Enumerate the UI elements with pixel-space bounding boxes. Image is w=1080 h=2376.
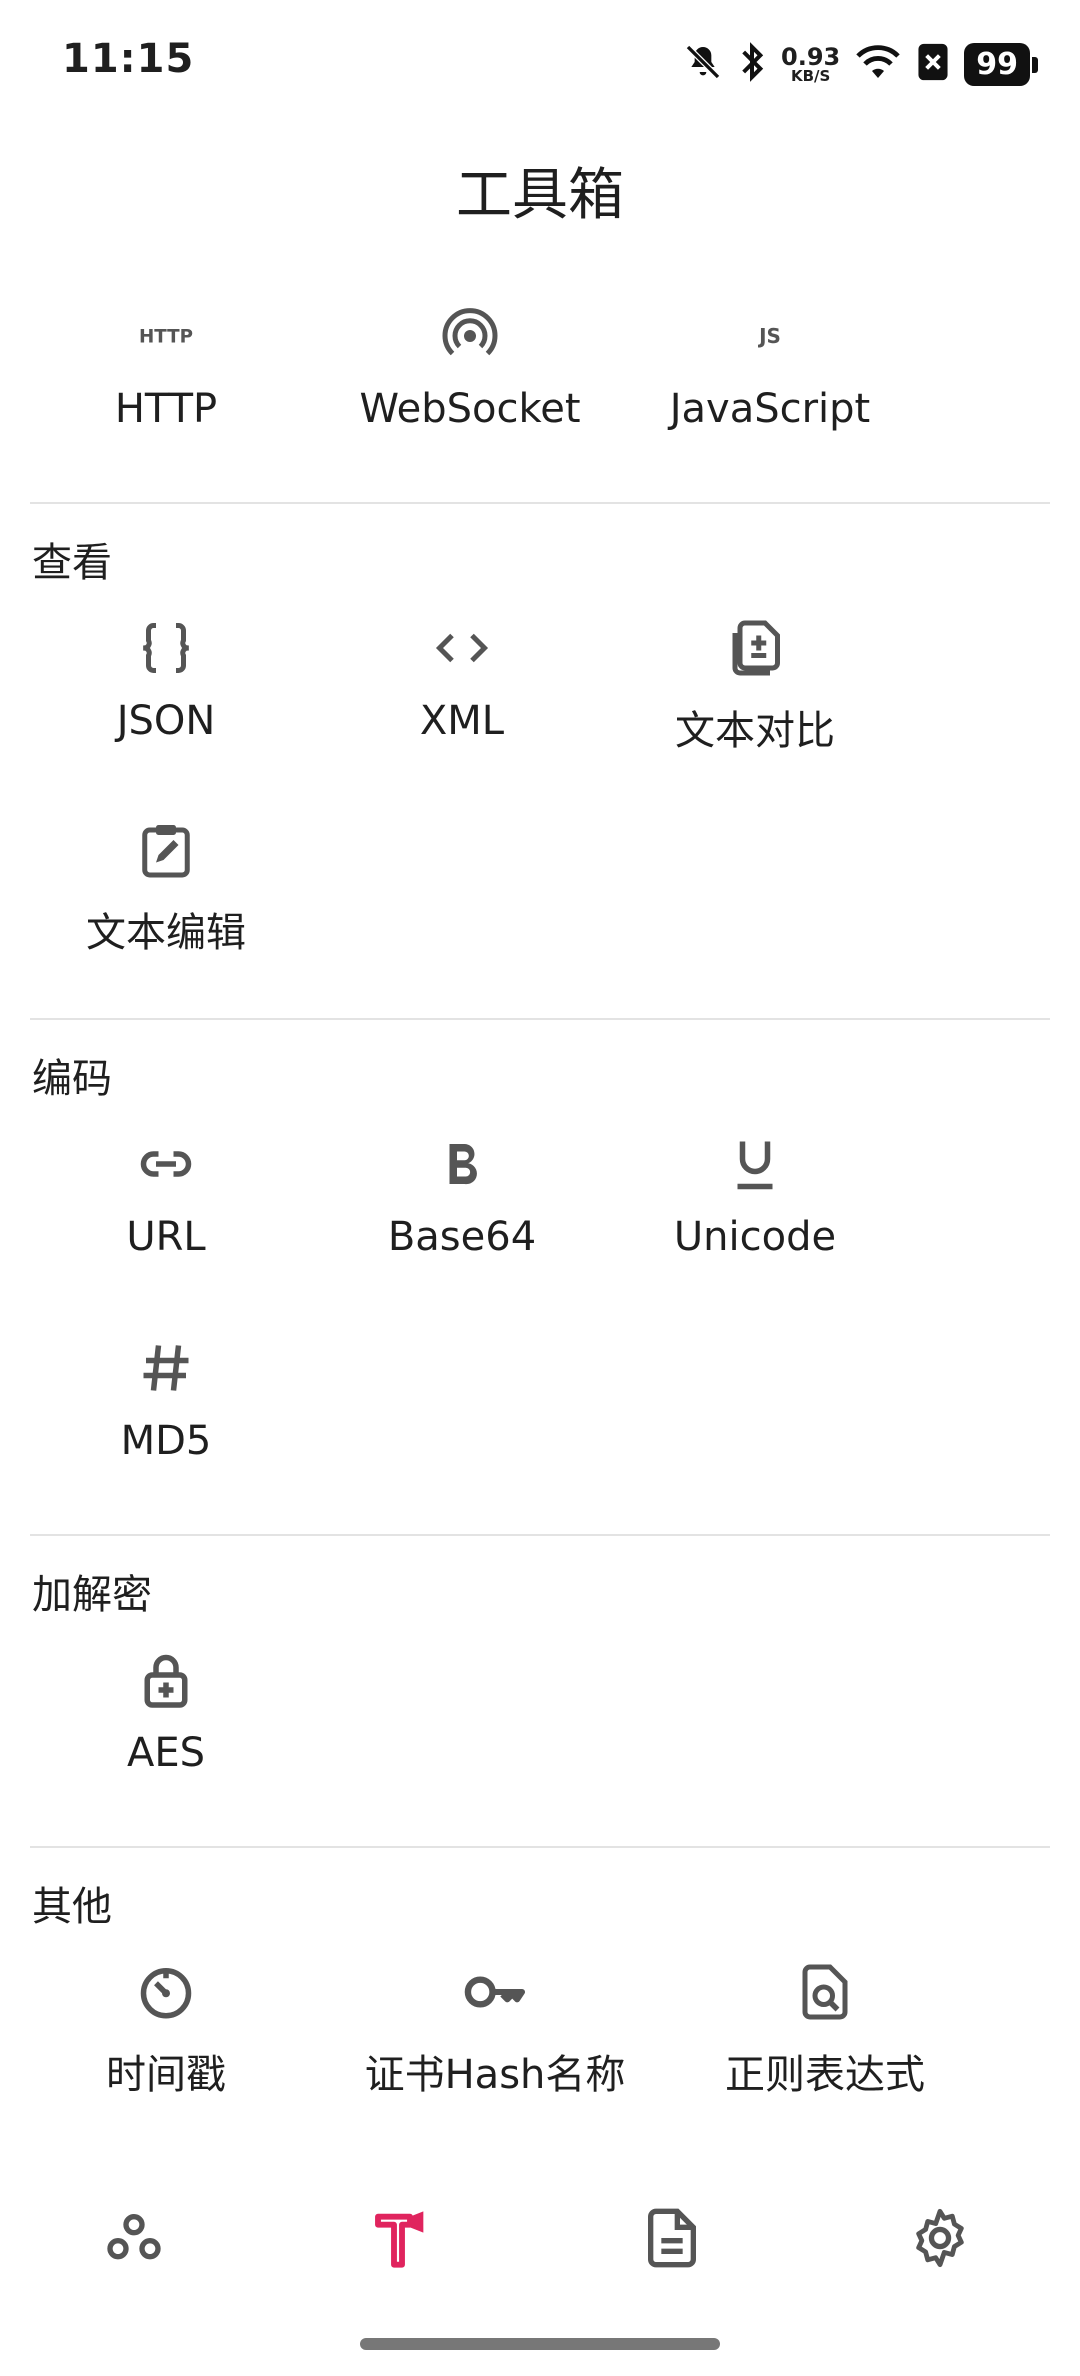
mute-icon	[683, 42, 723, 86]
tool-xml[interactable]: XML	[392, 616, 532, 744]
file-compare-icon	[723, 616, 787, 680]
section-header-other: 其他	[32, 1884, 112, 1930]
tool-text-compare[interactable]: 文本对比	[655, 616, 855, 756]
net-speed: 0.93 KB/S	[781, 42, 841, 85]
tool-http[interactable]: HTTP HTTP	[96, 304, 236, 432]
tool-label: URL	[126, 1214, 206, 1260]
tool-md5[interactable]: MD5	[96, 1336, 236, 1464]
tool-url[interactable]: URL	[96, 1132, 236, 1260]
code-icon	[430, 616, 494, 680]
section-header-crypto: 加解密	[32, 1572, 152, 1618]
tool-timestamp[interactable]: 时间戳	[86, 1960, 246, 2100]
timer-icon	[134, 1960, 198, 2024]
lock-plus-icon	[134, 1648, 198, 1712]
tool-aes[interactable]: AES	[96, 1648, 236, 1776]
tool-label: JavaScript	[669, 386, 871, 432]
nav-toolbox[interactable]	[362, 2200, 442, 2280]
section-header-view: 查看	[32, 540, 112, 586]
tool-base64[interactable]: Base64	[372, 1132, 552, 1260]
underline-icon	[723, 1132, 787, 1196]
nav-documents[interactable]	[632, 2200, 712, 2280]
tool-json[interactable]: JSON	[96, 616, 236, 744]
wifi-icon	[854, 42, 902, 86]
bubbles-icon	[102, 2206, 166, 2274]
battery-indicator: 99	[964, 42, 1038, 86]
tool-label: MD5	[120, 1418, 212, 1464]
tool-label: XML	[419, 698, 505, 744]
document-icon	[640, 2206, 704, 2274]
braces-icon	[134, 616, 198, 680]
section-header-encode: 编码	[32, 1056, 112, 1102]
hammer-icon	[370, 2206, 434, 2274]
status-bar: 11:15 0.93 KB/S 99	[0, 0, 1080, 120]
divider	[30, 1534, 1050, 1536]
svg-text:HTTP: HTTP	[139, 326, 193, 347]
page-title: 工具箱	[456, 163, 624, 228]
js-icon: JS	[738, 304, 802, 368]
key-icon	[463, 1960, 527, 2024]
gear-icon	[908, 2206, 972, 2274]
bluetooth-icon	[737, 42, 767, 86]
tool-regex[interactable]: 正则表达式	[705, 1960, 945, 2100]
status-time: 11:15	[62, 36, 195, 82]
tool-label: Base64	[387, 1214, 537, 1260]
tool-label: 证书Hash名称	[364, 2052, 626, 2098]
close-box-icon	[916, 42, 950, 86]
bold-icon	[430, 1132, 494, 1196]
tool-label: JSON	[116, 698, 216, 744]
hash-icon	[134, 1336, 198, 1400]
broadcast-icon	[438, 304, 502, 368]
nav-network[interactable]	[94, 2200, 174, 2280]
svg-text:JS: JS	[757, 324, 781, 348]
bottom-nav	[0, 2180, 1080, 2300]
clipboard-edit-icon	[134, 818, 198, 882]
home-indicator[interactable]	[360, 2338, 720, 2350]
tool-label: 正则表达式	[725, 2052, 925, 2098]
tool-text-edit[interactable]: 文本编辑	[76, 818, 256, 958]
tool-label: 文本编辑	[86, 910, 246, 956]
tool-label: Unicode	[673, 1214, 837, 1260]
link-icon	[134, 1132, 198, 1196]
tool-label: AES	[126, 1730, 206, 1776]
nav-settings[interactable]	[900, 2200, 980, 2280]
tool-label: 文本对比	[675, 708, 835, 754]
divider	[30, 1018, 1050, 1020]
tool-label: HTTP	[114, 386, 218, 432]
tool-unicode[interactable]: Unicode	[655, 1132, 855, 1260]
tool-cert-hash[interactable]: 证书Hash名称	[355, 1960, 635, 2100]
tool-javascript[interactable]: JS JavaScript	[660, 304, 880, 432]
divider	[30, 1846, 1050, 1848]
tool-websocket[interactable]: WebSocket	[359, 304, 581, 432]
http-icon: HTTP	[134, 304, 198, 368]
divider	[30, 502, 1050, 504]
tool-label: WebSocket	[359, 386, 581, 432]
status-icons: 0.93 KB/S 99	[683, 38, 1038, 90]
doc-search-icon	[793, 1960, 857, 2024]
tool-label: 时间戳	[106, 2052, 226, 2098]
